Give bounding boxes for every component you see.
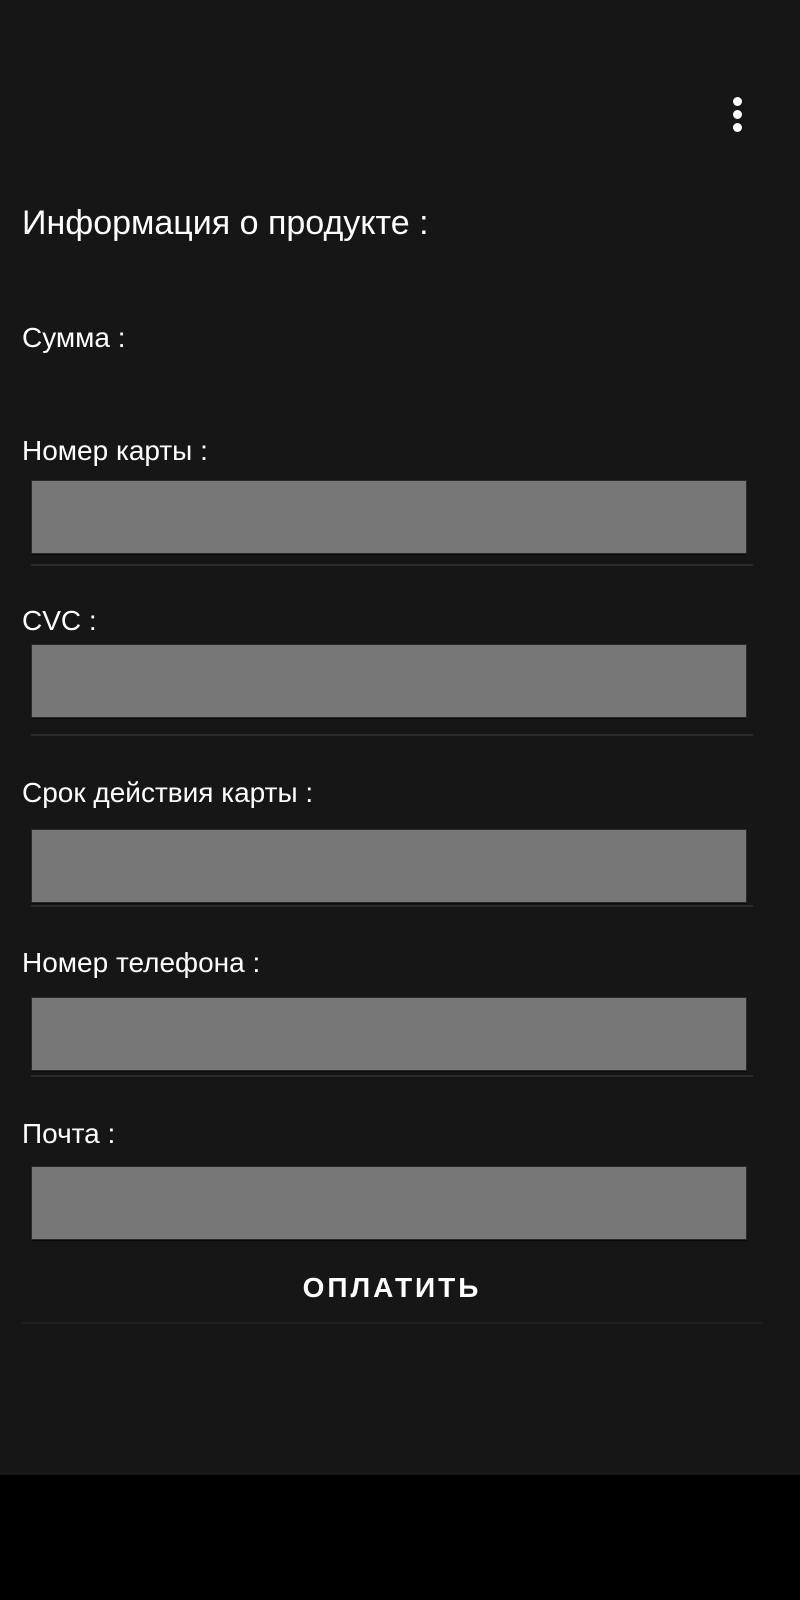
cvc-underline bbox=[31, 734, 753, 736]
email-label: Почта : bbox=[22, 1118, 116, 1149]
cvc-field[interactable] bbox=[31, 644, 747, 718]
expiry-underline bbox=[31, 905, 753, 907]
card-number-label: Номер карты : bbox=[22, 435, 208, 466]
amount-label: Сумма : bbox=[22, 322, 126, 353]
phone-underline bbox=[31, 1075, 753, 1077]
system-navigation-bar bbox=[0, 1475, 800, 1600]
product-info-label: Информация о продукте : bbox=[22, 204, 429, 242]
card-number-field[interactable] bbox=[31, 480, 747, 554]
phone-label: Номер телефона : bbox=[22, 947, 261, 978]
more-vert-icon[interactable] bbox=[729, 95, 747, 135]
card-number-underline bbox=[31, 564, 753, 566]
pay-button[interactable]: ОПЛАТИТЬ bbox=[22, 1255, 762, 1321]
email-field[interactable] bbox=[31, 1166, 747, 1240]
phone-field[interactable] bbox=[31, 997, 747, 1071]
expiry-label: Срок действия карты : bbox=[22, 777, 314, 808]
expiry-field[interactable] bbox=[31, 829, 747, 903]
pay-button-underline bbox=[22, 1322, 762, 1324]
cvc-label: CVC : bbox=[22, 605, 97, 636]
